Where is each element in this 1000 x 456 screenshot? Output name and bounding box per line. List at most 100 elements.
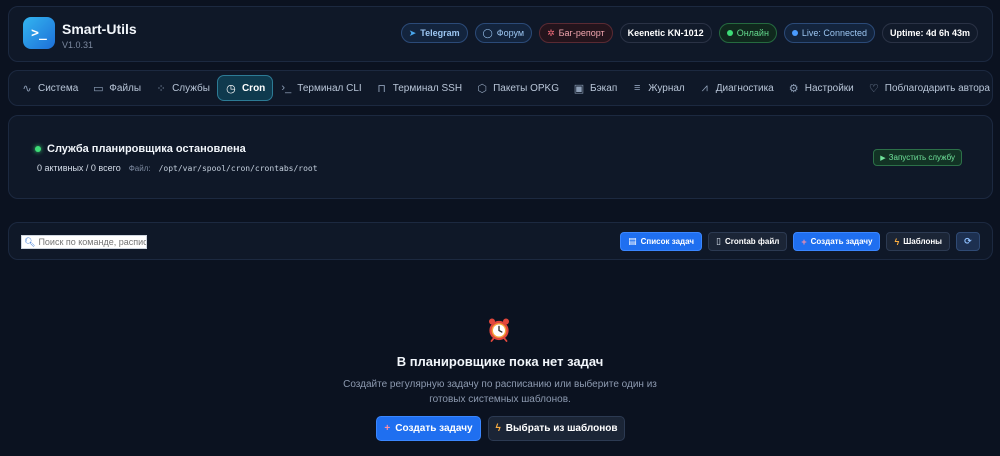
tab-label: Файлы	[109, 82, 142, 94]
empty-state-description: Создайте регулярную задачу по расписанию…	[343, 379, 657, 405]
empty-state-actions: + Создать задачу ϟ Выбрать из шаблонов	[376, 416, 625, 441]
plus-icon: +	[384, 423, 391, 434]
spinner-icon: ⁘	[156, 82, 166, 95]
app-title: Smart-Utils	[62, 21, 137, 37]
scheduler-status-card: Служба планировщика остановлена 0 активн…	[8, 115, 993, 199]
clock-icon: ◷	[226, 82, 236, 95]
templates-button[interactable]: ϟ Шаблоны	[886, 232, 950, 251]
tab-label: Журнал	[648, 82, 685, 94]
tab-settings[interactable]: ⚙ Настройки	[781, 75, 861, 101]
main-nav: ∿ Система ▭ Файлы ⁘ Службы ◷ Cron ›_ Терминал…	[8, 70, 993, 106]
tab-label: Настройки	[804, 82, 854, 94]
tab-label: Пакеты OPKG	[493, 82, 559, 94]
app-version: V1.0.31	[62, 40, 94, 50]
alarm-clock-icon	[489, 318, 509, 342]
folder-icon: ▭	[93, 82, 104, 95]
toolbar-buttons: ▤ Список задач ▯ Crontab файл + Создать …	[620, 232, 980, 251]
lightning-icon: ϟ	[894, 236, 900, 247]
tab-label: Терминал SSH	[392, 82, 463, 94]
file-icon: ▯	[716, 236, 721, 246]
play-icon: ▶	[880, 154, 886, 162]
online-status-badge: Онлайн	[718, 23, 777, 43]
heart-icon: ♡	[868, 82, 879, 95]
header-badges: ➤ Telegram ◯ Форум ✲ Баг-репорт Keenetic…	[400, 23, 978, 43]
search-input[interactable]	[38, 237, 147, 247]
start-service-button[interactable]: ▶ Запустить службу	[873, 149, 962, 166]
telegram-label: Telegram	[420, 28, 460, 38]
tasks-toolbar: 🔍︎ ▤ Список задач ▯ Crontab файл + Созда…	[8, 222, 993, 260]
bug-report-label: Баг-репорт	[558, 28, 605, 38]
tab-label: Диагностика	[715, 82, 774, 94]
choose-template-label: Выбрать из шаблонов	[505, 423, 618, 434]
crontab-file-label: Crontab файл	[724, 237, 780, 246]
lightning-icon: ϟ	[495, 423, 501, 434]
create-task-toolbar-button[interactable]: + Создать задачу	[793, 232, 881, 251]
refresh-button[interactable]: ⟳	[956, 232, 980, 251]
tab-cron[interactable]: ◷ Cron	[216, 75, 274, 101]
terminal-logo-icon: >_	[23, 17, 55, 49]
tab-label: Бэкап	[590, 82, 618, 94]
empty-state-title: В планировщике пока нет задач	[396, 354, 604, 369]
scheduler-status-title: Служба планировщика остановлена	[35, 143, 246, 155]
tab-label: Службы	[172, 82, 210, 94]
create-task-button[interactable]: + Создать задачу	[376, 416, 481, 441]
live-label: Live: Connected	[801, 28, 867, 38]
lock-icon: ⊓	[377, 82, 386, 95]
package-icon: ⬡	[477, 82, 487, 95]
tab-label: Cron	[241, 82, 266, 94]
create-task-label: Создать задачу	[810, 237, 873, 246]
tab-thank-author[interactable]: ♡ Поблагодарить автора	[861, 75, 997, 101]
tab-services[interactable]: ⁘ Службы	[148, 75, 217, 101]
chat-icon: ◯	[482, 27, 493, 38]
choose-template-button[interactable]: ϟ Выбрать из шаблонов	[488, 416, 625, 441]
scheduler-status-details: 0 активных / 0 всего Файл: /opt/var/spoo…	[37, 163, 318, 173]
status-dot-icon	[35, 146, 41, 152]
plus-icon: +	[801, 236, 807, 247]
tab-backup[interactable]: ▣ Бэкап	[566, 75, 624, 101]
app-header: >_ Smart-Utils V1.0.31 ➤ Telegram ◯ Фору…	[8, 6, 993, 62]
tab-label: Терминал CLI	[297, 82, 362, 94]
online-label: Онлайн	[736, 28, 769, 38]
clipboard-icon: ▤	[628, 236, 637, 246]
telegram-link[interactable]: ➤ Telegram	[400, 23, 468, 43]
device-label: Keenetic KN-1012	[627, 28, 704, 38]
create-task-label: Создать задачу	[395, 423, 473, 434]
live-dot-icon	[791, 30, 798, 36]
list-icon: ≡	[634, 82, 641, 94]
tab-journal[interactable]: ≡ Журнал	[624, 75, 692, 101]
forum-link[interactable]: ◯ Форум	[474, 23, 533, 43]
terminal-icon: ›_	[281, 82, 292, 94]
templates-label: Шаблоны	[903, 237, 942, 246]
start-service-label: Запустить службу	[888, 153, 955, 162]
search-icon: 🔍︎	[24, 236, 36, 247]
tab-diagnostics[interactable]: ⩘ Диагностика	[692, 75, 781, 101]
bug-icon: ✲	[547, 27, 555, 38]
task-list-button[interactable]: ▤ Список задач	[620, 232, 703, 251]
tab-label: Система	[38, 82, 79, 94]
tab-label: Поблагодарить автора	[884, 82, 990, 94]
pulse-icon: ⩘	[701, 81, 708, 94]
crontab-file-path: /opt/var/spool/cron/crontabs/root	[158, 164, 318, 173]
refresh-icon: ⟳	[964, 236, 972, 246]
tab-terminal-cli[interactable]: ›_ Терминал CLI	[273, 75, 368, 101]
uptime-badge: Uptime: 4d 6h 43m	[881, 23, 978, 43]
activity-icon: ∿	[22, 82, 32, 95]
tab-terminal-ssh[interactable]: ⊓ Терминал SSH	[369, 75, 469, 101]
tab-opkg[interactable]: ⬡ Пакеты OPKG	[469, 75, 566, 101]
tab-system[interactable]: ∿ Система	[14, 75, 85, 101]
uptime-label: Uptime: 4d 6h 43m	[889, 28, 970, 38]
search-box: 🔍︎	[21, 235, 147, 249]
save-icon: ▣	[573, 82, 585, 95]
bug-report-link[interactable]: ✲ Баг-репорт	[539, 23, 613, 43]
telegram-icon: ➤	[408, 27, 417, 38]
task-list-label: Список задач	[640, 237, 695, 246]
live-connection-badge: Live: Connected	[783, 23, 875, 43]
forum-label: Форум	[496, 28, 525, 38]
crontab-file-button[interactable]: ▯ Crontab файл	[708, 232, 788, 251]
gear-icon: ⚙	[788, 82, 799, 95]
file-label: Файл:	[128, 164, 151, 173]
status-title-text: Служба планировщика остановлена	[47, 143, 246, 155]
task-counts: 0 активных / 0 всего	[37, 163, 121, 173]
device-badge: Keenetic KN-1012	[619, 23, 712, 43]
tab-files[interactable]: ▭ Файлы	[85, 75, 148, 101]
